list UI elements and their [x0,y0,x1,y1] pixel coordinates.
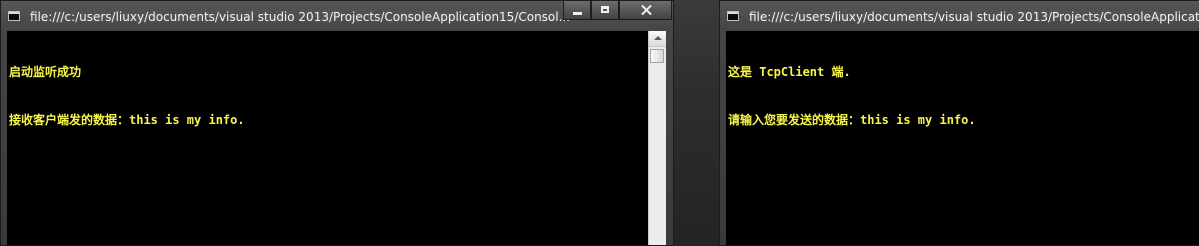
console-output[interactable]: 这是 TcpClient 端. 请输入您要发送的数据：this is my in… [726,31,1199,245]
window-caption-controls [563,1,672,20]
vertical-scrollbar[interactable] [648,31,666,245]
console-line: 启动监听成功 [9,65,82,79]
window-title: file:///c:/users/liuxy/documents/visual … [749,10,1199,24]
window-titlebar[interactable]: file:///c:/users/liuxy/documents/visual … [1,1,673,31]
console-window-icon[interactable] [8,11,20,21]
minimize-button[interactable] [563,1,591,20]
close-button[interactable] [619,1,672,20]
console-line: 这是 TcpClient 端. [728,65,851,79]
console-text: 这是 TcpClient 端. 请输入您要发送的数据：this is my in… [726,31,1199,160]
window-title: file:///c:/users/liuxy/documents/visual … [30,10,570,24]
scroll-up-button[interactable] [649,31,666,47]
console-line: 接收客户端发的数据：this is my info. [9,113,245,127]
window-titlebar[interactable]: file:///c:/users/liuxy/documents/visual … [720,1,1199,31]
desktop-background [674,0,719,246]
console-line: 请输入您要发送的数据：this is my info. [728,113,976,127]
client-console-window[interactable]: file:///c:/users/liuxy/documents/visual … [719,0,1199,246]
scroll-thumb[interactable] [650,49,664,63]
maximize-button[interactable] [591,1,619,20]
console-window-icon[interactable] [727,11,739,21]
console-output[interactable]: 启动监听成功 接收客户端发的数据：this is my info. [7,31,648,245]
server-console-window[interactable]: file:///c:/users/liuxy/documents/visual … [0,0,674,246]
console-text: 启动监听成功 接收客户端发的数据：this is my info. [7,31,648,160]
